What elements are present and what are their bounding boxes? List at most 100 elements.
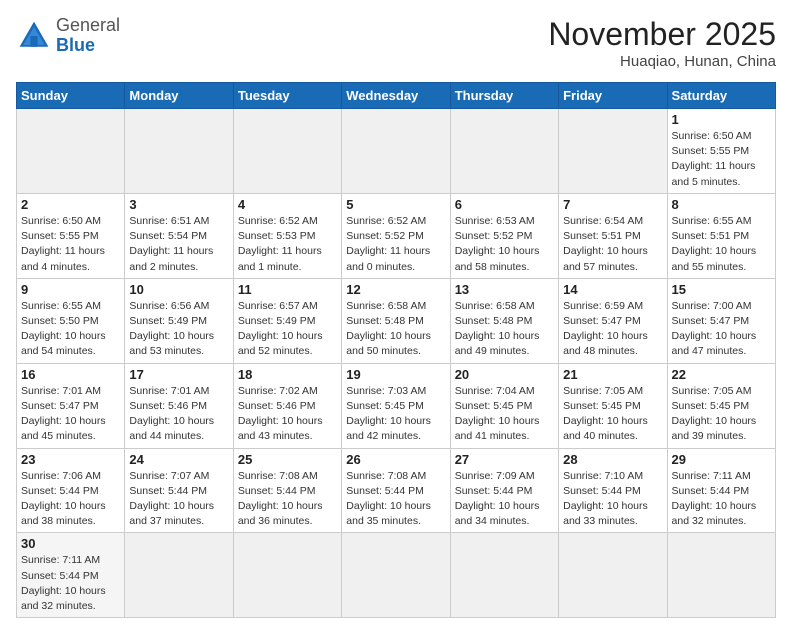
day-number: 20 (455, 367, 554, 382)
day-info: Sunrise: 7:11 AM Sunset: 5:44 PM Dayligh… (21, 553, 120, 614)
calendar-cell: 1 Sunrise: 6:50 AM Sunset: 5:55 PM Daylig… (667, 109, 775, 194)
calendar-cell: 13 Sunrise: 6:58 AM Sunset: 5:48 PM Dayli… (450, 278, 558, 363)
day-info: Sunrise: 7:01 AM Sunset: 5:46 PM Dayligh… (129, 384, 228, 445)
weekday-header-thursday: Thursday (450, 83, 558, 109)
day-number: 24 (129, 452, 228, 467)
calendar-cell: 17 Sunrise: 7:01 AM Sunset: 5:46 PM Dayli… (125, 363, 233, 448)
day-info: Sunrise: 7:09 AM Sunset: 5:44 PM Dayligh… (455, 469, 554, 530)
day-info: Sunrise: 7:02 AM Sunset: 5:46 PM Dayligh… (238, 384, 337, 445)
calendar-cell (450, 109, 558, 194)
logo-icon (16, 18, 52, 54)
logo: General Blue (16, 16, 120, 56)
day-number: 7 (563, 197, 662, 212)
day-info: Sunrise: 6:54 AM Sunset: 5:51 PM Dayligh… (563, 214, 662, 275)
day-number: 8 (672, 197, 771, 212)
calendar-cell: 15 Sunrise: 7:00 AM Sunset: 5:47 PM Dayli… (667, 278, 775, 363)
calendar-cell: 10 Sunrise: 6:56 AM Sunset: 5:49 PM Dayli… (125, 278, 233, 363)
calendar-cell (233, 109, 341, 194)
weekday-header-saturday: Saturday (667, 83, 775, 109)
day-info: Sunrise: 7:08 AM Sunset: 5:44 PM Dayligh… (346, 469, 445, 530)
calendar-cell: 28Sunrise: 7:10 AM Sunset: 5:44 PM Dayli… (559, 448, 667, 533)
day-info: Sunrise: 6:57 AM Sunset: 5:49 PM Dayligh… (238, 299, 337, 360)
calendar-cell: 29Sunrise: 7:11 AM Sunset: 5:44 PM Dayli… (667, 448, 775, 533)
calendar-cell (342, 533, 450, 618)
day-info: Sunrise: 6:52 AM Sunset: 5:53 PM Dayligh… (238, 214, 337, 275)
day-number: 10 (129, 282, 228, 297)
calendar-cell: 23 Sunrise: 7:06 AM Sunset: 5:44 PM Dayli… (17, 448, 125, 533)
day-number: 14 (563, 282, 662, 297)
weekday-header-monday: Monday (125, 83, 233, 109)
calendar-cell: 6Sunrise: 6:53 AM Sunset: 5:52 PM Daylig… (450, 193, 558, 278)
day-number: 5 (346, 197, 445, 212)
day-number: 17 (129, 367, 228, 382)
day-number: 26 (346, 452, 445, 467)
calendar-cell: 9 Sunrise: 6:55 AM Sunset: 5:50 PM Daylig… (17, 278, 125, 363)
weekday-header-tuesday: Tuesday (233, 83, 341, 109)
weekday-header-sunday: Sunday (17, 83, 125, 109)
calendar-cell: 22Sunrise: 7:05 AM Sunset: 5:45 PM Dayli… (667, 363, 775, 448)
day-info: Sunrise: 7:06 AM Sunset: 5:44 PM Dayligh… (21, 469, 120, 530)
weekday-header-friday: Friday (559, 83, 667, 109)
calendar-cell: 24Sunrise: 7:07 AM Sunset: 5:44 PM Dayli… (125, 448, 233, 533)
month-title: November 2025 (548, 16, 776, 53)
day-number: 4 (238, 197, 337, 212)
day-info: Sunrise: 6:59 AM Sunset: 5:47 PM Dayligh… (563, 299, 662, 360)
calendar-cell (559, 533, 667, 618)
day-number: 30 (21, 536, 120, 551)
calendar-cell: 16 Sunrise: 7:01 AM Sunset: 5:47 PM Dayli… (17, 363, 125, 448)
title-block: November 2025 Huaqiao, Hunan, China (548, 16, 776, 70)
calendar-cell: 21Sunrise: 7:05 AM Sunset: 5:45 PM Dayli… (559, 363, 667, 448)
logo-general-text: General (56, 15, 120, 35)
day-number: 22 (672, 367, 771, 382)
weekday-header-wednesday: Wednesday (342, 83, 450, 109)
calendar-cell (125, 109, 233, 194)
weekday-header-row: SundayMondayTuesdayWednesdayThursdayFrid… (17, 83, 776, 109)
day-number: 13 (455, 282, 554, 297)
day-info: Sunrise: 6:58 AM Sunset: 5:48 PM Dayligh… (346, 299, 445, 360)
calendar-cell: 26 Sunrise: 7:08 AM Sunset: 5:44 PM Dayli… (342, 448, 450, 533)
logo-text: General Blue (56, 16, 120, 56)
calendar-cell: 14 Sunrise: 6:59 AM Sunset: 5:47 PM Dayli… (559, 278, 667, 363)
calendar-week-1: 2 Sunrise: 6:50 AM Sunset: 5:55 PM Daylig… (17, 193, 776, 278)
day-number: 18 (238, 367, 337, 382)
day-number: 15 (672, 282, 771, 297)
day-number: 19 (346, 367, 445, 382)
day-number: 1 (672, 112, 771, 127)
day-info: Sunrise: 6:55 AM Sunset: 5:50 PM Dayligh… (21, 299, 120, 360)
calendar-cell: 3 Sunrise: 6:51 AM Sunset: 5:54 PM Daylig… (125, 193, 233, 278)
calendar-cell: 19Sunrise: 7:03 AM Sunset: 5:45 PM Dayli… (342, 363, 450, 448)
day-number: 25 (238, 452, 337, 467)
day-info: Sunrise: 7:04 AM Sunset: 5:45 PM Dayligh… (455, 384, 554, 445)
day-number: 11 (238, 282, 337, 297)
day-info: Sunrise: 7:01 AM Sunset: 5:47 PM Dayligh… (21, 384, 120, 445)
calendar-week-0: 1 Sunrise: 6:50 AM Sunset: 5:55 PM Daylig… (17, 109, 776, 194)
calendar-week-2: 9 Sunrise: 6:55 AM Sunset: 5:50 PM Daylig… (17, 278, 776, 363)
day-info: Sunrise: 6:52 AM Sunset: 5:52 PM Dayligh… (346, 214, 445, 275)
calendar-cell: 20 Sunrise: 7:04 AM Sunset: 5:45 PM Dayli… (450, 363, 558, 448)
day-number: 6 (455, 197, 554, 212)
day-number: 9 (21, 282, 120, 297)
calendar-table: SundayMondayTuesdayWednesdayThursdayFrid… (16, 82, 776, 618)
day-info: Sunrise: 6:58 AM Sunset: 5:48 PM Dayligh… (455, 299, 554, 360)
day-number: 2 (21, 197, 120, 212)
day-info: Sunrise: 7:10 AM Sunset: 5:44 PM Dayligh… (563, 469, 662, 530)
day-info: Sunrise: 6:56 AM Sunset: 5:49 PM Dayligh… (129, 299, 228, 360)
calendar-cell (17, 109, 125, 194)
day-info: Sunrise: 7:00 AM Sunset: 5:47 PM Dayligh… (672, 299, 771, 360)
calendar-cell: 11 Sunrise: 6:57 AM Sunset: 5:49 PM Dayli… (233, 278, 341, 363)
day-info: Sunrise: 6:55 AM Sunset: 5:51 PM Dayligh… (672, 214, 771, 275)
day-number: 29 (672, 452, 771, 467)
calendar-cell: 2 Sunrise: 6:50 AM Sunset: 5:55 PM Daylig… (17, 193, 125, 278)
day-info: Sunrise: 6:51 AM Sunset: 5:54 PM Dayligh… (129, 214, 228, 275)
page-header: General Blue November 2025 Huaqiao, Huna… (16, 16, 776, 70)
calendar-cell (125, 533, 233, 618)
day-number: 3 (129, 197, 228, 212)
day-number: 23 (21, 452, 120, 467)
calendar-cell (450, 533, 558, 618)
calendar-cell (342, 109, 450, 194)
day-info: Sunrise: 6:50 AM Sunset: 5:55 PM Dayligh… (672, 129, 771, 190)
logo-blue-text: Blue (56, 35, 95, 55)
day-number: 16 (21, 367, 120, 382)
day-info: Sunrise: 6:50 AM Sunset: 5:55 PM Dayligh… (21, 214, 120, 275)
calendar-cell: 7 Sunrise: 6:54 AM Sunset: 5:51 PM Daylig… (559, 193, 667, 278)
